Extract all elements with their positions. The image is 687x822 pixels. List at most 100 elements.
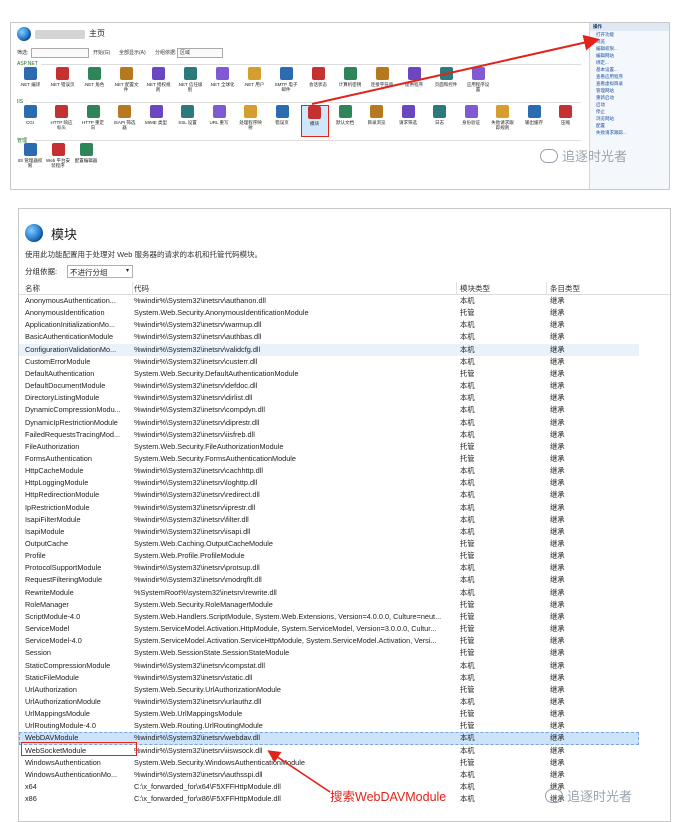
feature-tile[interactable]: 目录浏览	[364, 105, 390, 135]
feature-tile[interactable]: 处理程序映射	[238, 105, 264, 135]
feature-tile[interactable]: 请求筛选	[395, 105, 421, 135]
table-row[interactable]: AnonymousAuthentication... %windir%\Syste…	[19, 295, 639, 307]
feature-tile[interactable]: 应用程序设置	[465, 67, 491, 97]
feature-tile[interactable]: HTTP 响应标头	[49, 105, 75, 135]
feature-tile[interactable]: .NET 错误页	[49, 67, 75, 97]
table-row[interactable]: ApplicationInitializationMo... %windir%\S…	[19, 319, 639, 331]
table-row[interactable]: UrlRoutingModule-4.0 System.Web.Routing.U…	[19, 720, 639, 732]
feature-tile[interactable]: 提供程序	[401, 67, 427, 97]
table-row[interactable]: UrlAuthorization System.Web.Security.UrlA…	[19, 684, 639, 696]
table-row[interactable]: HttpRedirectionModule %windir%\System32\i…	[19, 489, 639, 501]
feature-tile[interactable]: .NET 编译	[17, 67, 43, 97]
feature-tile[interactable]: 输出缓存	[521, 105, 547, 135]
column-header-code[interactable]: 代码	[134, 283, 149, 294]
action-item[interactable]: 失败请求跟踪...	[590, 129, 669, 136]
action-item[interactable]: 绑定...	[590, 59, 669, 66]
table-row[interactable]: DefaultAuthentication System.Web.Security…	[19, 368, 639, 380]
table-row[interactable]: RoleManager System.Web.Security.RoleManag…	[19, 599, 639, 611]
column-header-module-type[interactable]: 模块类型	[460, 283, 490, 294]
feature-tile[interactable]: 连接字符串	[369, 67, 395, 97]
feature-tile[interactable]: CGI	[17, 105, 43, 135]
start-button[interactable]: 开始(G)	[93, 49, 110, 56]
feature-tile[interactable]: 配置编辑器	[73, 143, 99, 173]
table-row[interactable]: DynamicIpRestrictionModule %windir%\Syste…	[19, 417, 639, 429]
feature-tile[interactable]: URL 重写	[206, 105, 232, 135]
feature-tile[interactable]: 身份验证	[458, 105, 484, 135]
table-row[interactable]: DirectoryListingModule %windir%\System32\…	[19, 392, 639, 404]
table-row[interactable]: ScriptModule-4.0 System.Web.Handlers.Scri…	[19, 611, 639, 623]
action-item[interactable]: 打开功能	[590, 31, 669, 38]
table-row[interactable]: RewriteModule %SystemRoot%\system32\inets…	[19, 587, 639, 599]
feature-tile[interactable]: 失败请求跟踪规则	[490, 105, 516, 135]
modules-feature-tile[interactable]: 模块	[300, 105, 329, 137]
table-row[interactable]: RequestFilteringModule %windir%\System32\…	[19, 574, 639, 586]
table-row[interactable]: Session System.Web.SessionState.SessionSt…	[19, 647, 639, 659]
feature-tile[interactable]: HTTP 重定向	[80, 105, 106, 135]
feature-tile[interactable]: 默认文档	[332, 105, 358, 135]
table-row[interactable]: Profile System.Web.Profile.ProfileModule 托…	[19, 550, 639, 562]
group-by-select[interactable]: 区域	[177, 48, 223, 58]
table-row[interactable]: FailedRequestsTracingMod... %windir%\Syst…	[19, 429, 639, 441]
table-row[interactable]: OutputCache System.Web.Caching.OutputCach…	[19, 538, 639, 550]
feature-tile[interactable]: .NET 角色	[81, 67, 107, 97]
column-separator[interactable]	[546, 282, 547, 294]
feature-tile[interactable]: 压缩	[553, 105, 579, 135]
table-row[interactable]: UrlAuthorizationModule %windir%\System32\…	[19, 696, 639, 708]
column-header-entry-type[interactable]: 条目类型	[550, 283, 580, 294]
column-header-name[interactable]: 名称	[25, 283, 40, 294]
feature-tile[interactable]: ISAPI 筛选器	[112, 105, 138, 135]
table-row[interactable]: FormsAuthentication System.Web.Security.F…	[19, 453, 639, 465]
action-item[interactable]: 查看应用程序	[590, 73, 669, 80]
table-row[interactable]: ProtocolSupportModule %windir%\System32\i…	[19, 562, 639, 574]
feature-tile[interactable]: .NET 配置文件	[113, 67, 139, 97]
action-item[interactable]: 浏览网站	[590, 115, 669, 122]
table-row[interactable]: DynamicCompressionModu... %windir%\System…	[19, 404, 639, 416]
table-row[interactable]: ServiceModel System.ServiceModel.Activati…	[19, 623, 639, 635]
action-item[interactable]: 查看虚拟目录	[590, 80, 669, 87]
table-row[interactable]: IsapiModule %windir%\System32\inetsrv\isa…	[19, 526, 639, 538]
feature-tile[interactable]: SMTP 电子邮件	[273, 67, 299, 97]
table-row[interactable]: DefaultDocumentModule %windir%\System32\i…	[19, 380, 639, 392]
feature-tile[interactable]: 计算机密钥	[337, 67, 363, 97]
table-row[interactable]: ConfigurationValidationMo... %windir%\Sys…	[19, 343, 639, 356]
feature-tile[interactable]: 错误页	[269, 105, 295, 135]
feature-tile[interactable]: Web 平台安装程序	[45, 143, 71, 173]
action-item[interactable]: 浏览	[590, 38, 669, 45]
feature-tile[interactable]: 日志	[427, 105, 453, 135]
table-row[interactable]: BasicAuthenticationModule %windir%\System…	[19, 331, 639, 343]
action-item[interactable]: 配置	[590, 122, 669, 129]
table-row[interactable]: UrlMappingsModule System.Web.UrlMappingsM…	[19, 708, 639, 720]
feature-tile[interactable]: .NET 信任级别	[177, 67, 203, 97]
table-row[interactable]: IsapiFilterModule %windir%\System32\inets…	[19, 514, 639, 526]
table-row[interactable]: CustomErrorModule %windir%\System32\inets…	[19, 356, 639, 368]
feature-tile[interactable]: IIS 管理器权限	[17, 143, 43, 173]
feature-tile[interactable]: .NET 授权规则	[145, 67, 171, 97]
table-row[interactable]: AnonymousIdentification System.Web.Securi…	[19, 307, 639, 319]
feature-tile[interactable]: 会话状态	[305, 67, 331, 97]
action-item[interactable]: 编辑权限...	[590, 45, 669, 52]
table-row[interactable]: FileAuthorization System.Web.Security.Fil…	[19, 441, 639, 453]
table-row[interactable]: HttpLoggingModule %windir%\System32\inets…	[19, 477, 639, 489]
action-item[interactable]: 启动	[590, 101, 669, 108]
column-separator[interactable]	[456, 282, 457, 294]
action-item[interactable]: 重新启动	[590, 94, 669, 101]
feature-tile[interactable]: MIME 类型	[143, 105, 169, 135]
table-row[interactable]: StaticFileModule %windir%\System32\inetsr…	[19, 672, 639, 684]
column-separator[interactable]	[132, 282, 133, 294]
action-item[interactable]: 停止	[590, 108, 669, 115]
action-item[interactable]: 管理网站	[590, 87, 669, 94]
feature-tile[interactable]: .NET 用户	[241, 67, 267, 97]
action-item[interactable]: 编辑网站	[590, 52, 669, 59]
table-row[interactable]: IpRestrictionModule %windir%\System32\ine…	[19, 502, 639, 514]
feature-tile[interactable]: SSL 设置	[175, 105, 201, 135]
action-item[interactable]: 基本设置...	[590, 66, 669, 73]
table-row[interactable]: WindowsAuthentication System.Web.Security…	[19, 757, 639, 769]
show-all-button[interactable]: 全部显示(A)	[119, 49, 146, 56]
feature-tile[interactable]: 页面和控件	[433, 67, 459, 97]
group-by-dropdown[interactable]: 不进行分组 ▾	[67, 265, 133, 278]
table-row[interactable]: WindowsAuthenticationMo... %windir%\Syste…	[19, 769, 639, 781]
feature-tile[interactable]: .NET 全球化	[209, 67, 235, 97]
filter-input[interactable]	[31, 48, 89, 58]
table-row[interactable]: StaticCompressionModule %windir%\System32…	[19, 660, 639, 672]
table-row[interactable]: ServiceModel-4.0 System.ServiceModel.Acti…	[19, 635, 639, 647]
